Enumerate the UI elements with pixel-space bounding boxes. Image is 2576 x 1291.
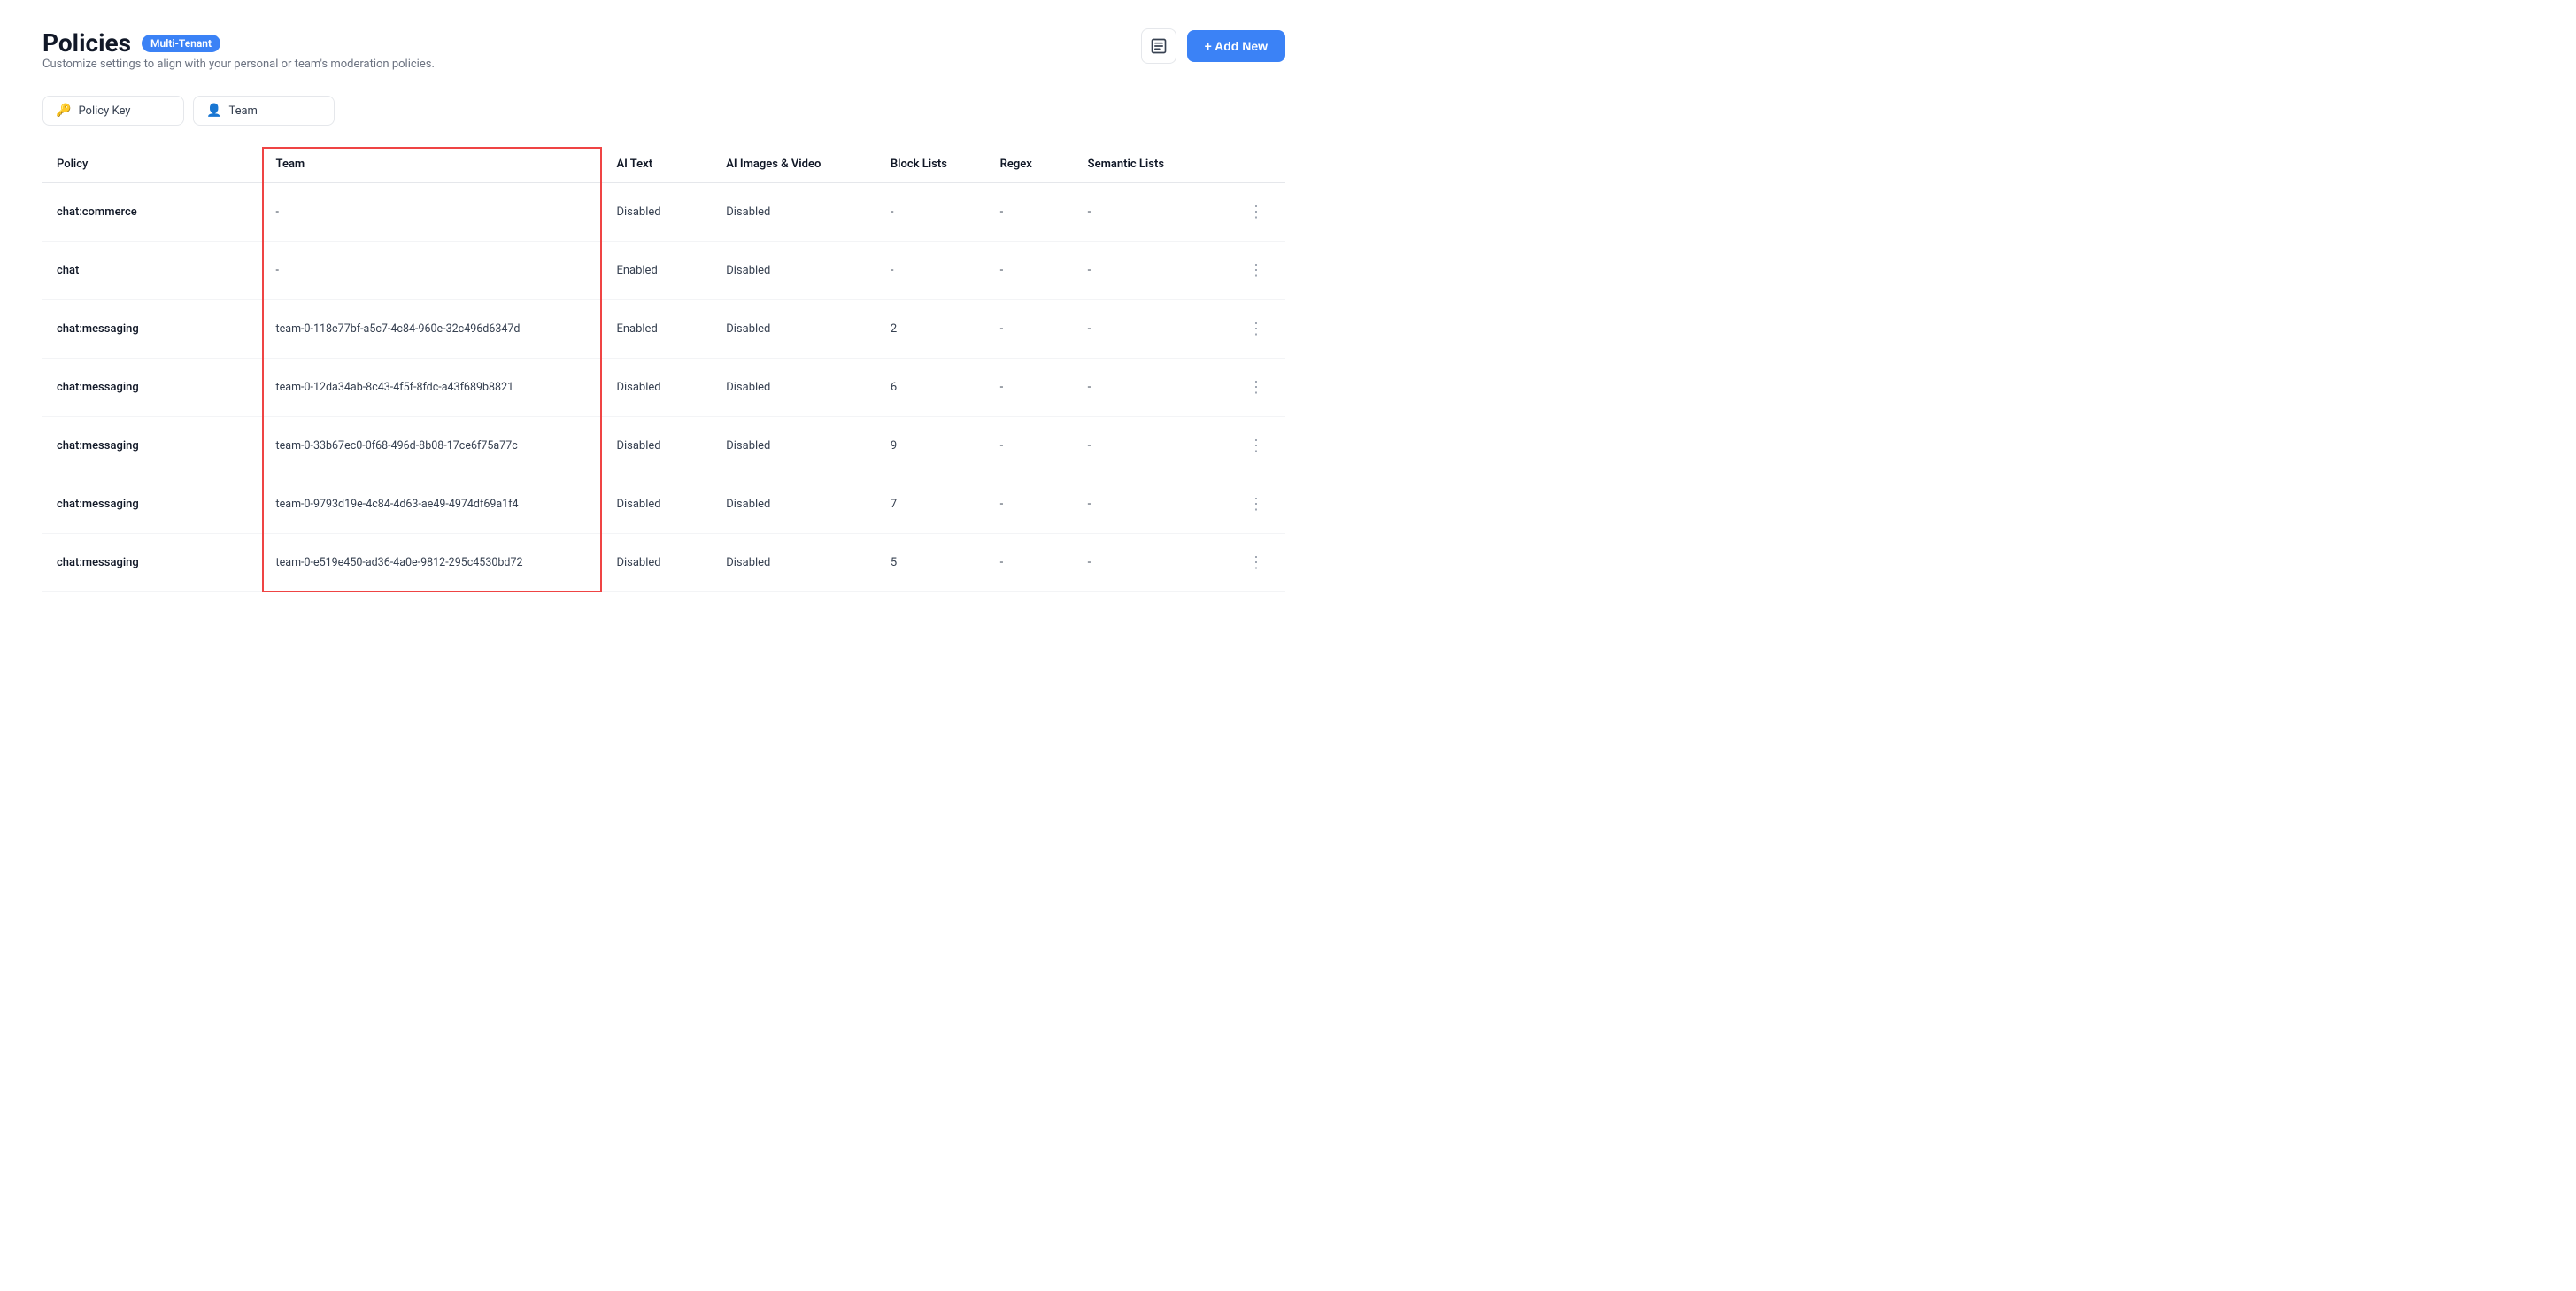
cell-semantic-lists: - — [1074, 242, 1227, 300]
cell-block-lists: 5 — [876, 534, 986, 592]
user-icon: 👤 — [206, 104, 221, 118]
policies-table: Policy Team AI Text AI Images & Video Bl… — [42, 147, 1285, 592]
cell-more-actions: ⋮ — [1227, 300, 1285, 359]
col-header-ai-text: AI Text — [602, 147, 712, 182]
cell-regex: - — [986, 242, 1074, 300]
cell-ai-text: Disabled — [602, 182, 712, 242]
table-row: chat:messagingteam-0-118e77bf-a5c7-4c84-… — [42, 300, 1285, 359]
table-row: chat-EnabledDisabled---⋮ — [42, 242, 1285, 300]
cell-semantic-lists: - — [1074, 359, 1227, 417]
cell-policy: chat:messaging — [42, 359, 262, 417]
policy-key-filter[interactable]: 🔑 Policy Key — [42, 96, 184, 126]
cell-semantic-lists: - — [1074, 534, 1227, 592]
col-header-actions — [1227, 147, 1285, 182]
title-section: Policies Multi-Tenant Customize settings… — [42, 28, 435, 89]
col-header-block-lists: Block Lists — [876, 147, 986, 182]
table-row: chat:commerce-DisabledDisabled---⋮ — [42, 182, 1285, 242]
cell-block-lists: - — [876, 242, 986, 300]
cell-ai-text: Disabled — [602, 534, 712, 592]
cell-ai-text: Disabled — [602, 359, 712, 417]
cell-policy: chat:commerce — [42, 182, 262, 242]
multi-tenant-badge: Multi-Tenant — [142, 35, 220, 52]
cell-policy: chat:messaging — [42, 475, 262, 534]
cell-regex: - — [986, 475, 1074, 534]
cell-team: team-0-e519e450-ad36-4a0e-9812-295c4530b… — [262, 534, 603, 592]
cell-more-actions: ⋮ — [1227, 359, 1285, 417]
key-icon: 🔑 — [56, 104, 71, 118]
cell-semantic-lists: - — [1074, 300, 1227, 359]
cell-ai-text: Disabled — [602, 475, 712, 534]
cell-team: team-0-12da34ab-8c43-4f5f-8fdc-a43f689b8… — [262, 359, 603, 417]
cell-policy: chat — [42, 242, 262, 300]
col-header-regex: Regex — [986, 147, 1074, 182]
cell-regex: - — [986, 417, 1074, 475]
cell-regex: - — [986, 534, 1074, 592]
cell-more-actions: ⋮ — [1227, 242, 1285, 300]
cell-ai-images: Disabled — [712, 534, 876, 592]
cell-ai-images: Disabled — [712, 417, 876, 475]
table-row: chat:messagingteam-0-33b67ec0-0f68-496d-… — [42, 417, 1285, 475]
cell-ai-text: Disabled — [602, 417, 712, 475]
table-wrapper: Policy Team AI Text AI Images & Video Bl… — [42, 147, 1285, 592]
col-header-team: Team — [262, 147, 603, 182]
cell-policy: chat:messaging — [42, 534, 262, 592]
more-menu-button[interactable]: ⋮ — [1241, 258, 1271, 283]
cell-block-lists: 6 — [876, 359, 986, 417]
more-menu-button[interactable]: ⋮ — [1241, 375, 1271, 400]
cell-team: team-0-33b67ec0-0f68-496d-8b08-17ce6f75a… — [262, 417, 603, 475]
cell-block-lists: 9 — [876, 417, 986, 475]
cell-ai-images: Disabled — [712, 300, 876, 359]
cell-ai-text: Enabled — [602, 242, 712, 300]
cell-ai-images: Disabled — [712, 475, 876, 534]
cell-semantic-lists: - — [1074, 417, 1227, 475]
more-menu-button[interactable]: ⋮ — [1241, 491, 1271, 517]
filters-row: 🔑 Policy Key 👤 Team — [42, 96, 1285, 126]
page-title: Policies — [42, 28, 131, 58]
cell-regex: - — [986, 359, 1074, 417]
cell-block-lists: 7 — [876, 475, 986, 534]
col-header-policy: Policy — [42, 147, 262, 182]
cell-more-actions: ⋮ — [1227, 534, 1285, 592]
cell-more-actions: ⋮ — [1227, 182, 1285, 242]
page-container: Policies Multi-Tenant Customize settings… — [0, 0, 1328, 621]
cell-ai-text: Enabled — [602, 300, 712, 359]
header-actions: + Add New — [1141, 28, 1285, 64]
col-header-ai-images: AI Images & Video — [712, 147, 876, 182]
policy-key-label: Policy Key — [78, 104, 130, 118]
docs-icon-button[interactable] — [1141, 28, 1176, 64]
cell-ai-images: Disabled — [712, 242, 876, 300]
col-header-semantic-lists: Semantic Lists — [1074, 147, 1227, 182]
cell-regex: - — [986, 300, 1074, 359]
add-new-button[interactable]: + Add New — [1187, 30, 1285, 62]
more-menu-button[interactable]: ⋮ — [1241, 316, 1271, 342]
cell-ai-images: Disabled — [712, 359, 876, 417]
table-header: Policy Team AI Text AI Images & Video Bl… — [42, 147, 1285, 182]
header-row: Policies Multi-Tenant Customize settings… — [42, 28, 1285, 89]
table-body: chat:commerce-DisabledDisabled---⋮chat-E… — [42, 182, 1285, 592]
table-row: chat:messagingteam-0-e519e450-ad36-4a0e-… — [42, 534, 1285, 592]
cell-block-lists: - — [876, 182, 986, 242]
more-menu-button[interactable]: ⋮ — [1241, 433, 1271, 459]
page-subtitle: Customize settings to align with your pe… — [42, 58, 435, 71]
cell-more-actions: ⋮ — [1227, 417, 1285, 475]
cell-policy: chat:messaging — [42, 417, 262, 475]
cell-regex: - — [986, 182, 1074, 242]
cell-team: - — [262, 242, 603, 300]
cell-semantic-lists: - — [1074, 182, 1227, 242]
more-menu-button[interactable]: ⋮ — [1241, 199, 1271, 225]
cell-policy: chat:messaging — [42, 300, 262, 359]
title-area: Policies Multi-Tenant — [42, 28, 435, 58]
cell-more-actions: ⋮ — [1227, 475, 1285, 534]
more-menu-button[interactable]: ⋮ — [1241, 550, 1271, 576]
cell-ai-images: Disabled — [712, 182, 876, 242]
cell-team: team-0-9793d19e-4c84-4d63-ae49-4974df69a… — [262, 475, 603, 534]
team-label: Team — [228, 104, 258, 118]
table-row: chat:messagingteam-0-12da34ab-8c43-4f5f-… — [42, 359, 1285, 417]
cell-semantic-lists: - — [1074, 475, 1227, 534]
team-filter[interactable]: 👤 Team — [193, 96, 335, 126]
cell-team: team-0-118e77bf-a5c7-4c84-960e-32c496d63… — [262, 300, 603, 359]
cell-team: - — [262, 182, 603, 242]
table-row: chat:messagingteam-0-9793d19e-4c84-4d63-… — [42, 475, 1285, 534]
cell-block-lists: 2 — [876, 300, 986, 359]
